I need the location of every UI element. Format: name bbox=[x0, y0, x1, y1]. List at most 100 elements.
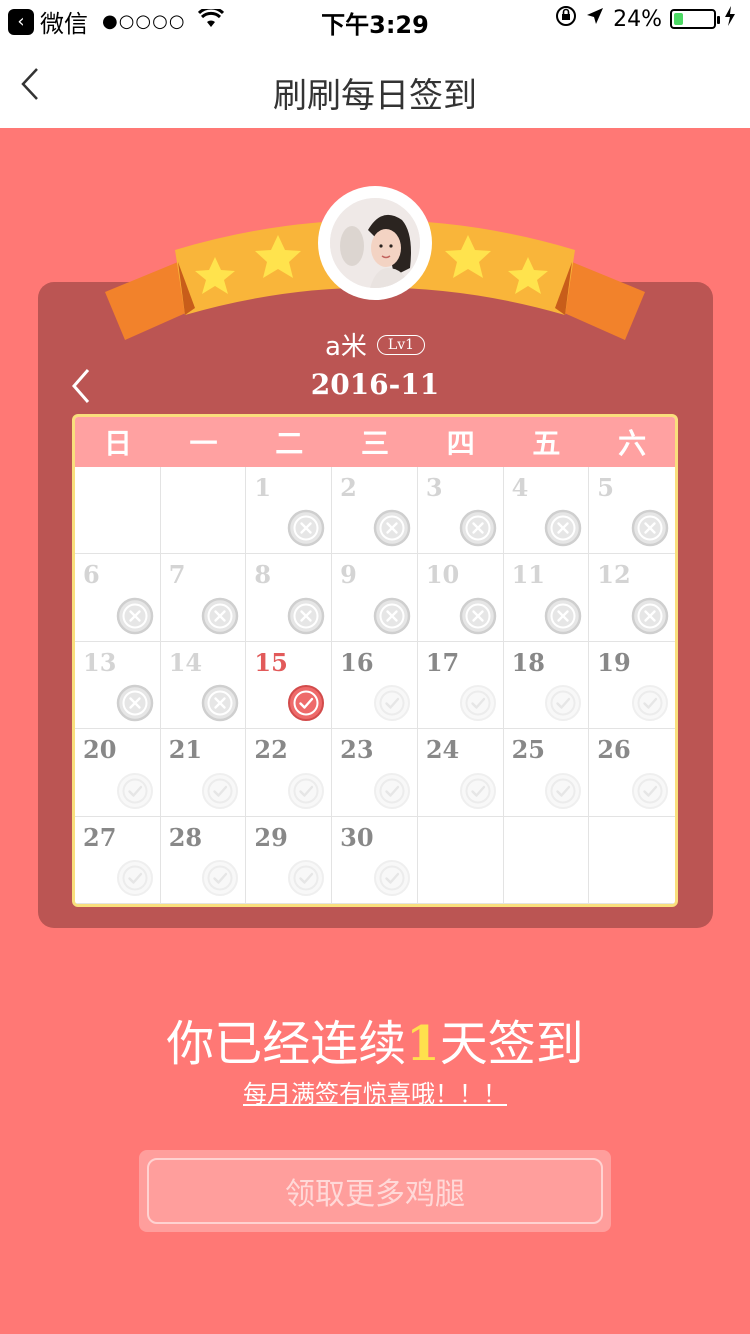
day-number: 21 bbox=[168, 735, 203, 765]
day-number: 23 bbox=[340, 735, 374, 765]
day-cell[interactable]: 14 bbox=[160, 641, 247, 730]
page-title: 刷刷每日签到 bbox=[273, 76, 477, 116]
pending-check-icon bbox=[544, 684, 582, 722]
avatar[interactable] bbox=[318, 186, 432, 300]
day-cell[interactable]: 6 bbox=[75, 554, 161, 642]
day-number: 17 bbox=[425, 647, 460, 677]
empty-day-cell bbox=[75, 467, 161, 555]
pending-check-icon bbox=[373, 684, 411, 722]
weekday-label: 一 bbox=[189, 427, 218, 460]
day-cell[interactable]: 4 bbox=[503, 467, 590, 555]
day-cell[interactable]: 13 bbox=[75, 641, 161, 730]
status-right: 24% bbox=[555, 5, 736, 33]
user-name: a米 bbox=[324, 332, 367, 362]
day-cell[interactable]: 9 bbox=[332, 554, 418, 642]
pending-check-icon bbox=[287, 772, 325, 810]
claim-more-drumsticks-button[interactable]: 领取更多鸡腿 bbox=[147, 1158, 603, 1224]
missed-x-icon bbox=[373, 509, 411, 547]
day-cell[interactable]: 29 bbox=[246, 816, 333, 904]
day-cell[interactable]: 19 bbox=[589, 642, 675, 730]
day-number: 2 bbox=[340, 473, 357, 502]
calendar: 日一二三四五六 1 2 3 4 5 6 7 8 9 10 11 12 13 14 15 16 17 18 19 20 2… bbox=[72, 414, 678, 907]
missed-x-icon bbox=[116, 597, 154, 635]
day-number: 9 bbox=[340, 560, 357, 590]
nav-bar: 刷刷每日签到 bbox=[0, 40, 750, 128]
day-cell[interactable]: 27 bbox=[75, 816, 161, 904]
day-number: 29 bbox=[254, 822, 288, 852]
day-number: 8 bbox=[254, 560, 272, 590]
pending-check-icon bbox=[373, 859, 411, 897]
day-cell[interactable]: 21 bbox=[160, 729, 247, 817]
missed-x-icon bbox=[287, 597, 325, 635]
missed-x-icon bbox=[544, 509, 582, 547]
day-cell[interactable]: 30 bbox=[332, 816, 418, 904]
day-number: 30 bbox=[340, 822, 374, 852]
level-badge: Lv1 bbox=[376, 334, 426, 355]
day-number: 14 bbox=[168, 647, 203, 677]
day-cell[interactable]: 3 bbox=[417, 467, 504, 555]
day-cell[interactable]: 25 bbox=[503, 729, 590, 817]
missed-x-icon bbox=[201, 597, 239, 635]
status-bar: ‹ 微信 ●○○○○ 下午3:29 24% bbox=[0, 0, 750, 40]
battery-percent: 24% bbox=[613, 6, 662, 32]
day-cell[interactable]: 10 bbox=[417, 554, 504, 642]
day-cell[interactable]: 23 bbox=[332, 729, 418, 817]
day-cell[interactable]: 2 bbox=[332, 467, 418, 555]
weekday-label: 六 bbox=[618, 427, 647, 460]
day-number: 28 bbox=[168, 822, 203, 852]
day-cell[interactable]: 18 bbox=[503, 641, 590, 730]
month-label: 2016-11 bbox=[310, 368, 440, 401]
day-cell[interactable]: 20 bbox=[75, 729, 161, 817]
pending-check-icon bbox=[459, 772, 497, 810]
pending-check-icon bbox=[287, 859, 325, 897]
day-cell[interactable]: 22 bbox=[246, 729, 333, 817]
day-cell[interactable]: 17 bbox=[417, 641, 504, 730]
day-number: 12 bbox=[597, 560, 631, 590]
day-number: 11 bbox=[511, 560, 545, 590]
claim-button-frame: 领取更多鸡腿 bbox=[139, 1150, 611, 1232]
missed-x-icon bbox=[544, 597, 582, 635]
day-cell[interactable]: 28 bbox=[160, 816, 247, 904]
day-cell[interactable]: 8 bbox=[246, 554, 333, 642]
pending-check-icon bbox=[116, 772, 154, 810]
pending-check-icon bbox=[201, 859, 239, 897]
missed-x-icon bbox=[373, 597, 411, 635]
day-number: 13 bbox=[83, 647, 117, 677]
avatar-photo bbox=[330, 198, 420, 288]
empty-day-cell bbox=[160, 467, 247, 555]
day-number: 24 bbox=[425, 735, 460, 765]
pending-check-icon bbox=[544, 772, 582, 810]
day-number: 5 bbox=[597, 473, 614, 502]
weekday-label: 四 bbox=[446, 427, 475, 460]
streak-count: 1 bbox=[406, 1016, 440, 1072]
day-cell[interactable]: 5 bbox=[589, 467, 675, 555]
day-cell[interactable]: 26 bbox=[589, 729, 675, 817]
day-cell[interactable]: 24 bbox=[417, 729, 504, 817]
empty-day-cell bbox=[589, 817, 675, 904]
day-cell[interactable]: 11 bbox=[503, 554, 590, 642]
missed-x-icon bbox=[287, 509, 325, 547]
streak-prefix: 你已经连续 bbox=[166, 1016, 407, 1072]
missed-x-icon bbox=[631, 597, 669, 635]
missed-x-icon bbox=[459, 597, 497, 635]
pending-check-icon bbox=[201, 772, 239, 810]
day-cell[interactable]: 15 bbox=[246, 641, 333, 730]
day-number: 7 bbox=[168, 560, 186, 590]
empty-day-cell bbox=[503, 816, 590, 904]
monthly-surprise-link[interactable]: 每月满签有惊喜哦！！！ bbox=[0, 1074, 750, 1109]
streak-suffix: 天签到 bbox=[439, 1016, 584, 1072]
empty-day-cell bbox=[417, 816, 504, 904]
location-arrow-icon bbox=[585, 6, 605, 32]
weekday-header: 日一二三四五六 bbox=[75, 417, 675, 467]
day-number: 3 bbox=[425, 473, 443, 502]
day-cell[interactable]: 12 bbox=[589, 554, 675, 642]
day-number: 19 bbox=[597, 647, 631, 677]
battery-level bbox=[674, 13, 684, 25]
day-cell[interactable]: 16 bbox=[332, 641, 418, 730]
weekday-label: 日 bbox=[103, 427, 132, 460]
day-cell[interactable]: 1 bbox=[246, 467, 333, 555]
day-number: 22 bbox=[254, 735, 288, 765]
day-cell[interactable]: 7 bbox=[160, 554, 247, 642]
user-info: a米 Lv1 bbox=[0, 326, 750, 363]
streak-message: 你已经连续1天签到 bbox=[0, 1004, 750, 1074]
